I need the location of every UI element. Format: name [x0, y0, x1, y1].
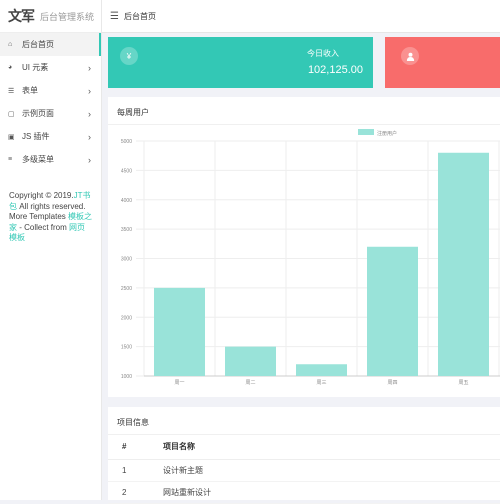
bar [154, 287, 205, 376]
x-tick-label: 周四 [387, 380, 397, 386]
y-tick-label: 3000 [121, 257, 132, 263]
projects-panel-title: 项目信息 [108, 407, 500, 435]
projects-panel: 项目信息 # 项目名称 1 设计新主题 2 网站重新设计 [108, 407, 500, 504]
weekly-users-chart: 注册用户 1000 1500 2000 2500 3000 3500 4000 4500 5000… [121, 129, 500, 386]
chart-panel-title: 每周用户 [108, 97, 500, 125]
copyright: Copyright © 2019.JT书包 All rights reserve… [0, 183, 101, 252]
projects-table: # 项目名称 1 设计新主题 2 网站重新设计 [108, 435, 500, 504]
logo-mark: 文军 [8, 9, 35, 25]
income-label: 今日收入 [307, 49, 339, 58]
header-num: # [108, 435, 163, 460]
copyright-text-mid2: - Collect from [17, 222, 70, 232]
y-tick-label: 3500 [121, 227, 132, 233]
sidebar-item-label: 后台首页 [22, 40, 54, 49]
sidebar-item-label: 表单 [22, 86, 38, 95]
y-tick-label: 4500 [121, 168, 132, 174]
chevron-right-icon: › [88, 62, 91, 73]
sidebar-item-4[interactable]: ▢ 示例页面 › [0, 102, 101, 125]
logo[interactable]: 文军 后台管理系统 [0, 0, 101, 33]
weekly-users-panel: 每周用户 注册用户 1000 1500 2000 2500 3000 3500 4000 450… [108, 97, 500, 397]
y-tick-label: 2500 [121, 286, 132, 292]
home-icon: ⌂ [8, 41, 13, 48]
legend-label: 注册用户 [377, 130, 397, 137]
income-value: 102,125.00 [307, 64, 363, 76]
projects-table-body: 1 设计新主题 2 网站重新设计 [108, 459, 500, 504]
topbar: ☰ 后台首页 [102, 0, 500, 33]
page-title: 后台首页 [123, 11, 156, 21]
x-tick-label: 周三 [316, 380, 326, 386]
yen-icon: ¥ [120, 47, 138, 65]
plugin-icon: ▣ [8, 133, 15, 141]
sidebar-item-6[interactable]: ≡ 多级菜单 › [0, 148, 101, 171]
app-title: 后台管理系统 [40, 11, 95, 22]
x-tick-label: 周二 [245, 380, 255, 386]
sidebar-item-label: 示例页面 [22, 109, 54, 118]
header-name: 项目名称 [163, 435, 500, 460]
chevron-right-icon: › [88, 131, 91, 142]
y-tick-label: 1500 [121, 345, 132, 351]
sidebar-item-1[interactable]: ⌂ 后台首页 [0, 33, 101, 56]
users-card [385, 37, 500, 88]
chevron-right-icon: › [88, 108, 91, 119]
legend-swatch [358, 129, 374, 135]
x-tick-label: 周五 [458, 380, 468, 386]
bar [438, 152, 489, 376]
x-tick-label: 周一 [174, 380, 184, 386]
user-icon [401, 47, 419, 65]
sidebar-item-label: 多级菜单 [22, 155, 54, 164]
sidebar-item-5[interactable]: ▣ JS 插件 › [0, 125, 101, 148]
menu-toggle-icon[interactable]: ☰ [110, 11, 119, 22]
bar [367, 246, 418, 376]
table-header-row: # 项目名称 [108, 435, 500, 460]
income-card: ¥ 今日收入 102,125.00 [108, 37, 373, 88]
table-icon: ☰ [8, 87, 15, 95]
sidebar-item-label: JS 插件 [22, 132, 50, 141]
sidebar-item-2[interactable]: ◕ UI 元素 › [0, 56, 101, 79]
copyright-text: Copyright © 2019. [9, 191, 74, 200]
chevron-right-icon: › [88, 85, 91, 96]
y-tick-label: 5000 [121, 139, 132, 145]
sidebar-menu: ⌂ 后台首页 ◕ UI 元素 › ☰ 表单 › ▢ 示例页面 › ▣ JS 插件 › ≡ 多级菜单 › [0, 33, 101, 171]
table-row[interactable]: 1 设计新主题 [108, 459, 500, 482]
bar [296, 364, 347, 376]
chevron-right-icon: › [88, 154, 91, 165]
sidebar: 文军 后台管理系统 ⌂ 后台首页 ◕ UI 元素 › ☰ 表单 › ▢ 示例页面 › ▣ JS 插件 › ≡… [0, 0, 102, 500]
bar [225, 346, 276, 376]
y-tick-label: 2000 [121, 315, 132, 321]
palette-icon: ◕ [8, 64, 13, 71]
y-tick-label: 4000 [121, 198, 132, 204]
row-project-name: 设计新主题 [163, 459, 500, 482]
sidebar-item-label: UI 元素 [22, 63, 49, 72]
file-icon: ▢ [8, 110, 15, 118]
y-tick-label: 1000 [121, 374, 132, 380]
list-icon: ≡ [8, 156, 13, 163]
row-num: 1 [108, 459, 163, 482]
sidebar-item-3[interactable]: ☰ 表单 › [0, 79, 101, 102]
